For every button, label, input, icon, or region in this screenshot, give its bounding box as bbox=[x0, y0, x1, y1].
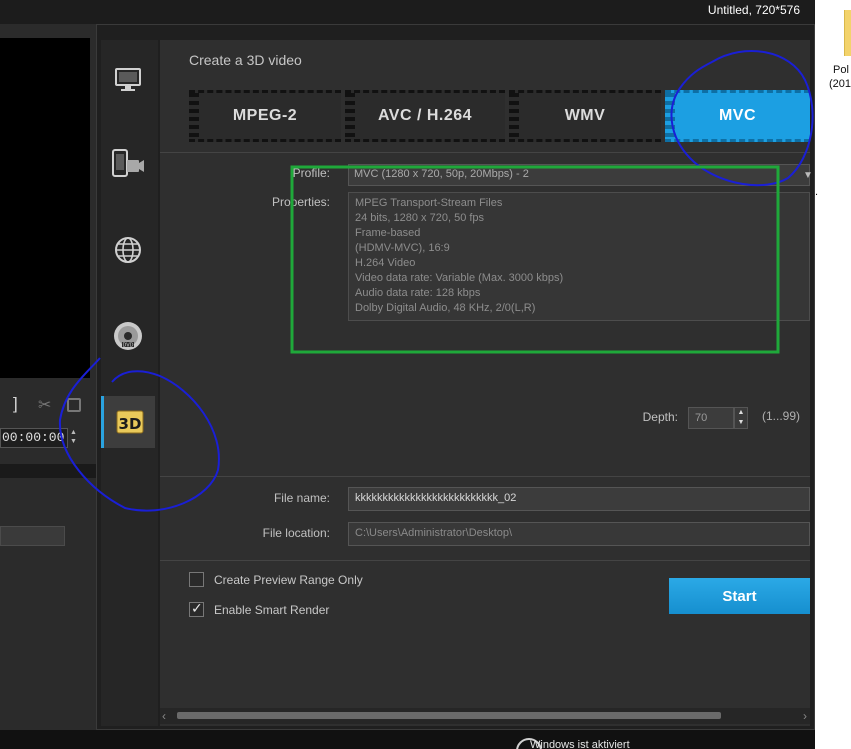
divider bbox=[160, 152, 810, 153]
properties-box: MPEG Transport-Stream Files 24 bits, 128… bbox=[348, 192, 810, 321]
chevron-down-icon[interactable]: ▼ bbox=[803, 170, 813, 181]
page-title: Create a 3D video bbox=[189, 52, 302, 68]
start-button[interactable]: Start bbox=[669, 578, 810, 614]
lock-icon[interactable] bbox=[67, 398, 81, 412]
smart-render-checkbox[interactable] bbox=[189, 600, 204, 617]
sidebar-item-device[interactable] bbox=[101, 138, 155, 190]
scissors-icon[interactable]: ✂ bbox=[38, 395, 51, 415]
file-location-field[interactable]: C:\Users\Administrator\Desktop\ bbox=[348, 522, 810, 546]
tab-mpeg2[interactable]: MPEG-2 bbox=[189, 90, 341, 142]
scrollbar-thumb[interactable] bbox=[177, 712, 721, 719]
sidebar-item-online[interactable] bbox=[101, 224, 155, 276]
property-line: Video data rate: Variable (Max. 3000 kbp… bbox=[355, 272, 564, 284]
desktop-icon-label: Pol bbox=[833, 64, 849, 76]
title-bar: Untitled, 720*576 bbox=[0, 0, 815, 24]
preview-range-label: Create Preview Range Only bbox=[214, 572, 363, 587]
depth-input[interactable]: 70 bbox=[688, 407, 734, 429]
file-location-label: File location: bbox=[262, 526, 330, 540]
svg-text:DVD: DVD bbox=[122, 343, 133, 349]
property-line: Dolby Digital Audio, 48 KHz, 2/0(L,R) bbox=[355, 302, 536, 314]
property-line: 24 bits, 1280 x 720, 50 fps bbox=[355, 212, 485, 224]
divider bbox=[160, 560, 810, 561]
property-line: MPEG Transport-Stream Files bbox=[355, 197, 503, 209]
profile-select[interactable]: MVC (1280 x 720, 50p, 20Mbps) - 2 bbox=[348, 164, 810, 186]
scroll-left-icon[interactable]: ‹ bbox=[162, 709, 166, 723]
depth-range: (1...99) bbox=[762, 409, 801, 423]
depth-label: Depth: bbox=[642, 410, 678, 424]
output-sidebar: DVD 3D bbox=[101, 40, 158, 726]
preview-range-checkbox[interactable] bbox=[189, 572, 204, 587]
edit-toolbar: ] ✂ bbox=[0, 394, 96, 418]
desktop-strip: Pol (201 . bbox=[815, 0, 851, 749]
smart-render-option[interactable]: Enable Smart Render bbox=[189, 600, 330, 617]
timecode-field[interactable]: 00:00:00:00 bbox=[0, 428, 68, 448]
pane-divider bbox=[0, 464, 96, 478]
taskbar: Windows ist aktiviert bbox=[0, 730, 815, 749]
timeline-track[interactable] bbox=[0, 526, 65, 546]
device-camera-icon bbox=[112, 149, 144, 177]
video-preview bbox=[0, 38, 90, 378]
property-line: H.264 Video bbox=[355, 257, 416, 269]
desktop-stray-mark: . bbox=[815, 186, 819, 198]
folder-icon[interactable] bbox=[844, 10, 851, 56]
monitor-icon bbox=[115, 68, 141, 91]
profile-label: Profile: bbox=[292, 166, 330, 180]
depth-stepper[interactable]: ▲ ▼ bbox=[734, 407, 748, 429]
scroll-right-icon[interactable]: › bbox=[803, 709, 807, 723]
horizontal-scrollbar[interactable]: ‹ › bbox=[160, 708, 810, 724]
file-name-label: File name: bbox=[273, 491, 330, 505]
sidebar-item-3d[interactable]: 3D bbox=[101, 396, 155, 448]
tab-mvc[interactable]: MVC bbox=[665, 90, 810, 142]
3d-icon-label: 3D bbox=[118, 415, 141, 433]
sidebar-item-computer[interactable] bbox=[101, 54, 155, 106]
file-name-field[interactable]: kkkkkkkkkkkkkkkkkkkkkkkkkk_02 bbox=[348, 487, 810, 511]
globe-icon bbox=[115, 237, 141, 263]
taskbar-text: Windows ist aktiviert bbox=[530, 739, 630, 749]
dvd-icon: DVD bbox=[114, 322, 142, 350]
timecode-spinner[interactable]: ▲ ▼ bbox=[70, 428, 77, 446]
divider bbox=[160, 476, 810, 477]
produce-content bbox=[160, 40, 810, 726]
property-line: (HDMV-MVC), 16:9 bbox=[355, 242, 450, 254]
tab-wmv[interactable]: WMV bbox=[509, 90, 661, 142]
mark-out-icon[interactable]: ] bbox=[13, 394, 18, 414]
smart-render-label: Enable Smart Render bbox=[214, 602, 330, 617]
editor-pane: ] ✂ 00:00:00:00 ▲▼ bbox=[0, 24, 96, 730]
desktop-icon-label-2: (201 bbox=[829, 78, 851, 90]
3d-icon: 3D bbox=[116, 410, 143, 434]
properties-label: Properties: bbox=[271, 195, 330, 209]
preview-range-option[interactable]: Create Preview Range Only bbox=[189, 572, 363, 587]
property-line: Audio data rate: 128 kbps bbox=[355, 287, 481, 299]
window-title: Untitled, 720*576 bbox=[707, 3, 800, 17]
tab-avc-h264[interactable]: AVC / H.264 bbox=[345, 90, 505, 142]
sidebar-item-disc[interactable]: DVD bbox=[101, 310, 155, 362]
property-line: Frame-based bbox=[355, 227, 421, 239]
